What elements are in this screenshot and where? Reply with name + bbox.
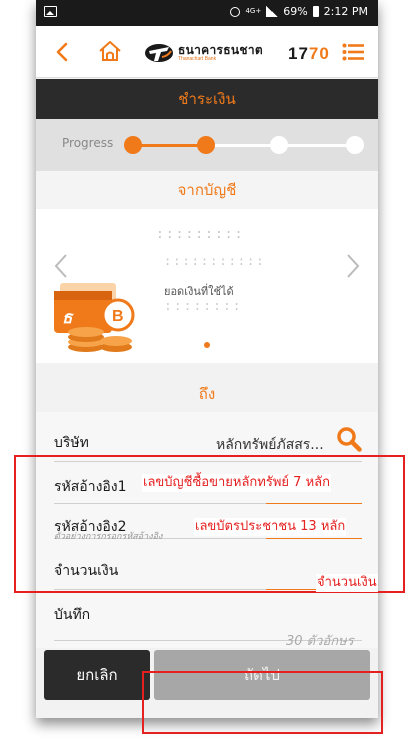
previous-account-icon[interactable]: [54, 253, 68, 279]
battery-icon: [312, 6, 319, 17]
cancel-button[interactable]: ยกเลิก: [44, 650, 150, 700]
next-account-icon[interactable]: [346, 253, 360, 279]
search-icon[interactable]: [336, 426, 362, 452]
menu-icon[interactable]: [342, 43, 364, 61]
bank-name-english: Thanachart Bank: [178, 56, 217, 62]
bank-logo: ธนาคารธนชาต Thanachart Bank: [144, 40, 263, 66]
amount-annotation: จำนวนเงิน: [316, 574, 378, 592]
account-name-masked: :::::::::::: [164, 254, 266, 268]
available-balance-label: ยอดเงินที่ใช้ได้: [164, 285, 234, 298]
bank-name-thai: ธนาคารธนชาต: [178, 43, 263, 57]
gallery-notification-icon: [44, 6, 57, 17]
carousel-page-indicator: [204, 342, 210, 348]
progress-step-2: [197, 136, 215, 154]
from-account-section: จากบัญชี ::::::::: ::::::::::: ยอดเงินที…: [36, 171, 378, 363]
network-type: 4G+: [245, 7, 262, 15]
page-title-bar: ชำระเงิน: [36, 79, 378, 119]
from-account-heading: จากบัญชี: [177, 181, 237, 199]
progress-bar: Progress: [36, 119, 378, 171]
status-right: 4G+ 69% 2:12 PM: [230, 5, 368, 18]
status-bar: 4G+ 69% 2:12 PM: [36, 0, 378, 26]
account-number-masked: :::::::::: [156, 227, 245, 242]
to-section-header: ถึง: [36, 376, 378, 412]
signal-icon: [266, 6, 279, 17]
clock: 2:12 PM: [323, 5, 368, 18]
progress-step-1: [124, 136, 142, 154]
progress-label: Progress: [62, 136, 114, 150]
thanachart-logo-icon: [145, 44, 173, 62]
available-balance-masked: ::::::::: [164, 299, 243, 314]
page-title: ชำระเงิน: [178, 90, 236, 108]
account-carousel[interactable]: ::::::::: ::::::::::: ยอดเงินที่ใช้ได้ :…: [36, 209, 378, 363]
note-label: บันทึก: [54, 607, 91, 623]
from-account-header: จากบัญชี: [36, 171, 378, 209]
svg-text:ธ: ธ: [62, 308, 74, 327]
progress-track-fill: [132, 144, 206, 147]
next-button-highlight: [142, 671, 383, 734]
ref1-annotation: เลขบัญชีซื้อขายหลักทรัพย์ 7 หลัก: [142, 474, 331, 492]
hotline-prefix: 17: [288, 44, 309, 63]
ref2-annotation: เลขบัตรประชาชน 13 หลัก: [194, 518, 347, 536]
company-value: หลักทรัพย์ภัสสร...: [216, 437, 324, 453]
alarm-icon: [230, 6, 241, 17]
hotline-number[interactable]: 1770: [288, 44, 330, 64]
app-header: ธนาคารธนชาต Thanachart Bank 1770: [36, 26, 378, 78]
svg-text:B: B: [112, 308, 124, 325]
phone-screen: 4G+ 69% 2:12 PM ธนาคารธนชาต Thanachart B…: [36, 0, 378, 718]
battery-percent: 69%: [283, 5, 308, 18]
back-arrow-icon[interactable]: [54, 42, 70, 62]
company-label: บริษัท: [54, 435, 89, 451]
home-icon[interactable]: [98, 39, 122, 63]
progress-step-4: [346, 136, 364, 154]
hotline-accent: 70: [308, 44, 330, 63]
to-heading: ถึง: [198, 385, 216, 403]
progress-step-3: [270, 136, 288, 154]
wallet-coins-icon: ธ B: [54, 283, 135, 352]
bank-name: ธนาคารธนชาต Thanachart Bank: [178, 44, 263, 62]
